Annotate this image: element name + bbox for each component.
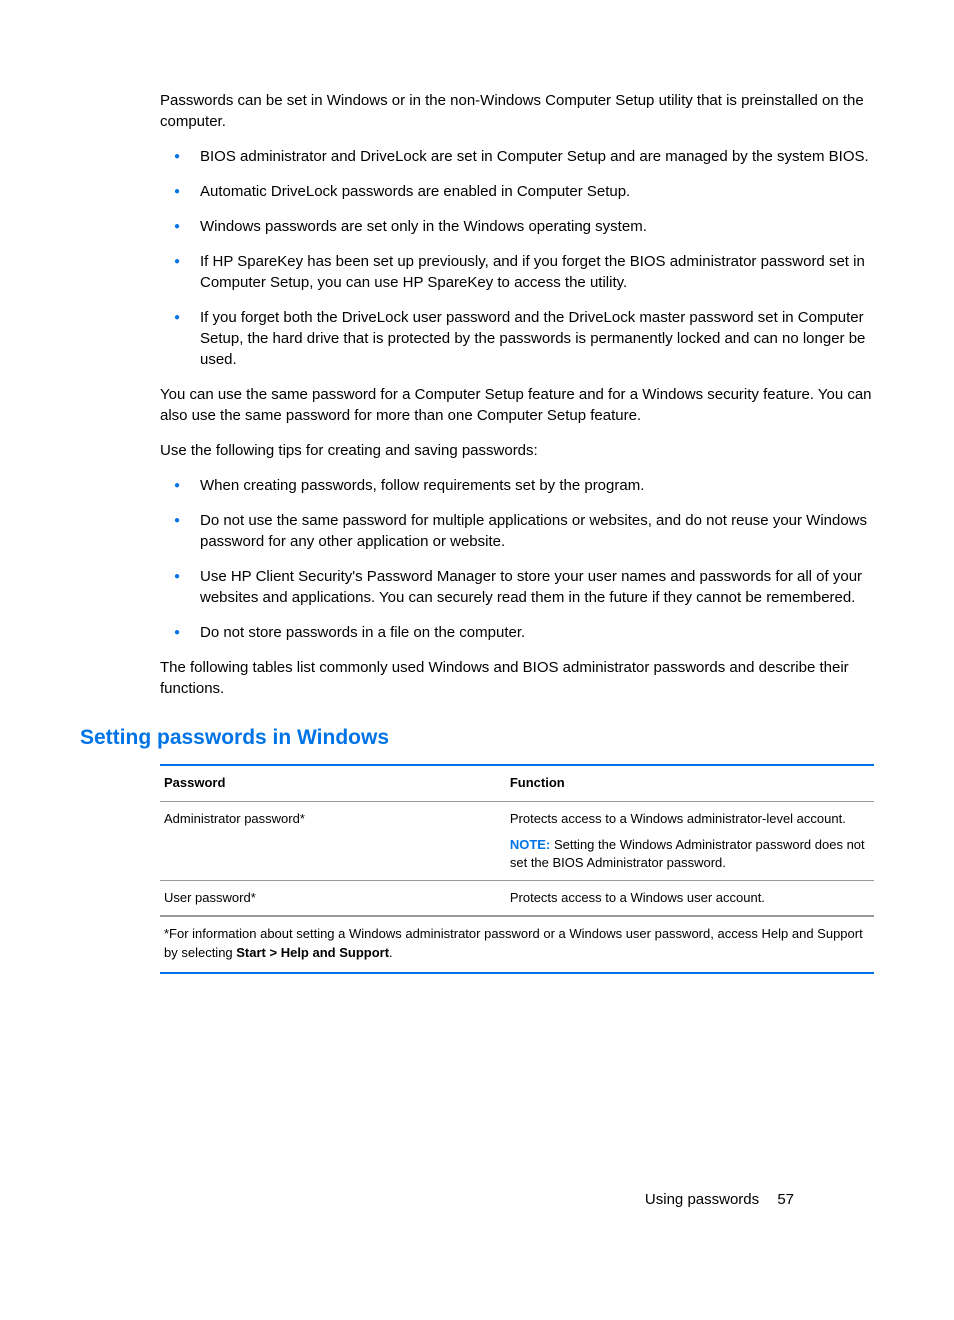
list-item: Do not store passwords in a file on the … [160, 622, 874, 643]
list-item: Automatic DriveLock passwords are enable… [160, 181, 874, 202]
bullet-list-1: BIOS administrator and DriveLock are set… [160, 146, 874, 370]
list-item: Windows passwords are set only in the Wi… [160, 216, 874, 237]
table-row: User password* Protects access to a Wind… [160, 881, 874, 916]
paragraph-2: You can use the same password for a Comp… [160, 384, 874, 426]
list-item: If you forget both the DriveLock user pa… [160, 307, 874, 370]
paragraph-3: Use the following tips for creating and … [160, 440, 874, 461]
list-item: BIOS administrator and DriveLock are set… [160, 146, 874, 167]
note-text: Setting the Windows Administrator passwo… [510, 837, 865, 870]
note-label: NOTE: [510, 837, 550, 852]
cell-password: Administrator password* [160, 810, 510, 873]
table-header-row: Password Function [160, 766, 874, 801]
cell-function: Protects access to a Windows user accoun… [510, 889, 874, 907]
note-block: NOTE: Setting the Windows Administrator … [510, 836, 870, 872]
bullet-list-2: When creating passwords, follow requirem… [160, 475, 874, 643]
cell-password: User password* [160, 889, 510, 907]
table-row: Administrator password* Protects access … [160, 802, 874, 882]
footer-label: Using passwords [645, 1191, 759, 1208]
page-number: 57 [777, 1191, 794, 1208]
passwords-table: Password Function Administrator password… [160, 764, 874, 973]
cell-function: Protects access to a Windows administrat… [510, 810, 874, 873]
list-item: Do not use the same password for multipl… [160, 510, 874, 552]
section-heading: Setting passwords in Windows [80, 723, 874, 752]
list-item: Use HP Client Security's Password Manage… [160, 566, 874, 608]
footnote-bold: Start > Help and Support [236, 945, 389, 960]
paragraph-4: The following tables list commonly used … [160, 657, 874, 699]
list-item: When creating passwords, follow requirem… [160, 475, 874, 496]
cell-text: Protects access to a Windows administrat… [510, 811, 846, 826]
footnote-text: . [389, 945, 393, 960]
col-header-function: Function [510, 774, 874, 792]
list-item: If HP SpareKey has been set up previousl… [160, 251, 874, 293]
page-footer: Using passwords 57 [645, 1189, 794, 1210]
intro-paragraph: Passwords can be set in Windows or in th… [160, 90, 874, 132]
table-footnote: *For information about setting a Windows… [160, 916, 874, 971]
col-header-password: Password [160, 774, 510, 792]
